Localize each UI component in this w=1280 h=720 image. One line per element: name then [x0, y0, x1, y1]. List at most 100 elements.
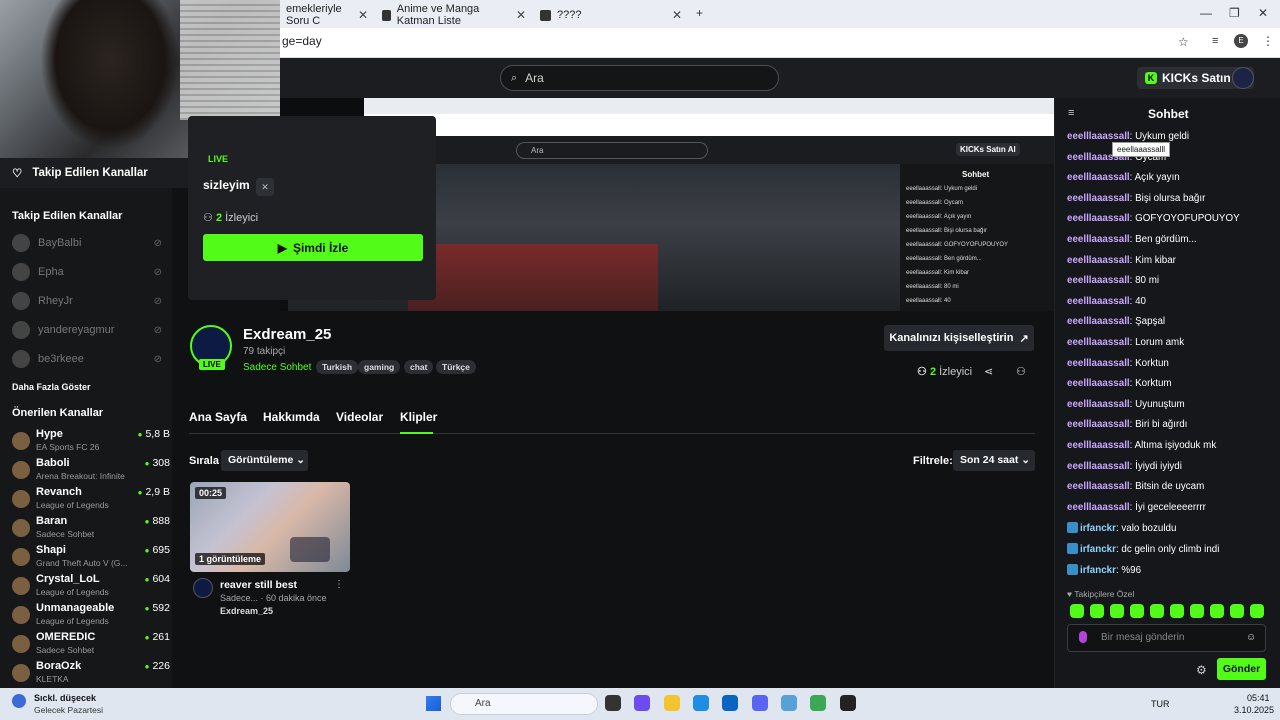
- sidebar-item-baboli[interactable]: Baboli Arena Breakout: Infinite 308: [12, 457, 170, 485]
- discord-icon[interactable]: [752, 695, 768, 711]
- emote-icon[interactable]: [1070, 604, 1084, 618]
- emote-icon[interactable]: [1190, 604, 1204, 618]
- tab-clips[interactable]: Klipler: [400, 410, 437, 424]
- chat-username[interactable]: eeelllaaassall: [1067, 481, 1130, 492]
- window-close-icon[interactable]: ✕: [1258, 6, 1268, 20]
- chat-input[interactable]: Bir mesaj gönderin: [1067, 624, 1266, 652]
- app-icon[interactable]: [781, 695, 797, 711]
- emote-icon[interactable]: [1170, 604, 1184, 618]
- media-icon[interactable]: ≡: [1212, 35, 1218, 47]
- chat-username[interactable]: eeelllaaassall: [1067, 419, 1130, 430]
- chat-username[interactable]: irfanckr: [1080, 565, 1116, 576]
- tag-turkish[interactable]: Turkish: [316, 360, 359, 374]
- avatar[interactable]: [1232, 67, 1254, 89]
- maximize-icon[interactable]: ❐: [1229, 6, 1240, 20]
- close-icon[interactable]: ✕: [358, 8, 368, 22]
- emote-icon[interactable]: [1090, 604, 1104, 618]
- clip-title[interactable]: reaver still best: [220, 579, 297, 591]
- emote-icon[interactable]: [1130, 604, 1144, 618]
- chat-username[interactable]: eeelllaaassall: [1067, 378, 1130, 389]
- close-icon[interactable]: ✕: [672, 8, 682, 22]
- sidebar-item-hype[interactable]: Hype EA Sports FC 26 5,8 B: [12, 428, 170, 456]
- chat-username[interactable]: eeelllaaassall: [1067, 399, 1130, 410]
- chrome-icon[interactable]: [810, 695, 826, 711]
- minimize-icon[interactable]: —: [1200, 6, 1212, 20]
- file-explorer-icon[interactable]: [664, 695, 680, 711]
- sidebar-item-yandereyagmur[interactable]: yandereyagmur ⊘: [12, 321, 162, 339]
- customize-channel-button[interactable]: Kanalınızı kişiselleştirin ↗: [884, 325, 1034, 351]
- sidebar-item-be3rkeee[interactable]: be3rkeee ⊘: [12, 350, 162, 368]
- clip-channel[interactable]: Exdream_25: [220, 606, 273, 616]
- browser-tab-3[interactable]: ???? ✕: [534, 4, 690, 26]
- chat-username[interactable]: eeelllaaassall: [1067, 296, 1130, 307]
- chat-username[interactable]: eeelllaaassall: [1067, 275, 1130, 286]
- chat-username[interactable]: eeelllaaassall: [1067, 337, 1130, 348]
- emote-icon[interactable]: [1210, 604, 1224, 618]
- sort-select[interactable]: Görüntüleme ⌄: [221, 450, 308, 471]
- weather-title[interactable]: Sıckl. düşecek: [34, 693, 96, 703]
- browser-tab-2[interactable]: Anime ve Manga Katman Liste ✕: [376, 3, 534, 27]
- chat-username[interactable]: eeelllaaassall: [1067, 440, 1130, 451]
- channel-category-link[interactable]: Sadece Sohbet: [243, 362, 311, 373]
- url-field[interactable]: ge=day: [282, 34, 322, 48]
- sidebar-item-epha[interactable]: Epha ⊘: [12, 263, 162, 281]
- share-icon[interactable]: ⋖: [984, 365, 993, 378]
- sidebar-item-omeredic[interactable]: OMEREDIC Sadece Sohbet 261: [12, 631, 170, 659]
- search-input[interactable]: ⌕ Ara: [500, 65, 779, 91]
- chat-username[interactable]: eeelllaaassall: [1067, 358, 1130, 369]
- chat-username[interactable]: eeelllaaassall: [1067, 234, 1130, 245]
- app-icon[interactable]: [840, 695, 856, 711]
- chat-username[interactable]: eeelllaaassall: [1067, 255, 1130, 266]
- new-tab-icon[interactable]: +: [696, 6, 703, 20]
- language-indicator[interactable]: TUR: [1151, 699, 1170, 709]
- send-button[interactable]: Gönder: [1217, 658, 1266, 680]
- outlook-icon[interactable]: [722, 695, 738, 711]
- gear-icon[interactable]: ⚙: [1196, 663, 1207, 677]
- sidebar-item-baran[interactable]: Baran Sadece Sohbet 888: [12, 515, 170, 543]
- chat-username[interactable]: eeelllaaassall: [1067, 213, 1130, 224]
- chat-username[interactable]: eeelllaaassall: [1067, 461, 1130, 472]
- tab-home[interactable]: Ana Sayfa: [189, 410, 247, 424]
- sidebar-item-rheyjr[interactable]: RheyJr ⊘: [12, 292, 162, 310]
- avatar[interactable]: [193, 578, 213, 598]
- mute-icon[interactable]: ✕: [256, 178, 274, 196]
- sidebar-item-crystal-lol[interactable]: Crystal_LoL League of Legends 604: [12, 573, 170, 601]
- sidebar-item-baybalbi[interactable]: BayBalbi ⊘: [12, 234, 162, 252]
- emote-icon[interactable]: [1230, 604, 1244, 618]
- browser-tab-1[interactable]: emekleriyle Soru C ✕: [280, 3, 376, 27]
- emote-icon[interactable]: [1250, 604, 1264, 618]
- menu-icon[interactable]: ⋮: [1262, 34, 1274, 48]
- emote-icon[interactable]: [1110, 604, 1124, 618]
- emote-icon[interactable]: [1150, 604, 1164, 618]
- task-view-icon[interactable]: [605, 695, 621, 711]
- clock-time[interactable]: 05:41: [1247, 693, 1270, 703]
- clock-date[interactable]: 3.10.2025: [1234, 705, 1274, 715]
- sidebar-item-shapi[interactable]: Shapi Grand Theft Auto V (G... 695: [12, 544, 170, 572]
- weather-icon[interactable]: [12, 694, 26, 708]
- show-more-link[interactable]: Daha Fazla Göster: [12, 382, 91, 392]
- chat-username[interactable]: eeelllaaassall: [1067, 193, 1130, 204]
- sidebar-item-revanch[interactable]: Revanch League of Legends 2,9 B: [12, 486, 170, 514]
- chat-username[interactable]: eeelllaaassall: [1067, 172, 1130, 183]
- chat-username[interactable]: eeelllaaassall: [1067, 316, 1130, 327]
- tab-about[interactable]: Hakkımda: [263, 410, 320, 424]
- chat-username[interactable]: eeelllaaassall: [1067, 502, 1130, 513]
- windows-start-icon[interactable]: [426, 696, 441, 711]
- emoji-icon[interactable]: ☺: [1246, 632, 1256, 643]
- mic-icon[interactable]: [1079, 631, 1087, 643]
- tag-chat[interactable]: chat: [404, 360, 434, 374]
- close-icon[interactable]: ✕: [516, 8, 526, 22]
- sidebar-item-boraozk[interactable]: BoraOzk KLETKA 226: [12, 660, 170, 688]
- bookmark-icon[interactable]: ☆: [1178, 35, 1189, 49]
- watch-now-button[interactable]: ▶ Şimdi İzle: [203, 234, 423, 261]
- copilot-icon[interactable]: [634, 695, 650, 711]
- followed-channels-bar[interactable]: ♡ Takip Edilen Kanallar: [0, 158, 188, 188]
- tab-videos[interactable]: Videolar: [336, 410, 383, 424]
- chat-username[interactable]: eeelllaaassall: [1067, 131, 1130, 142]
- sidebar-item-unmanageable[interactable]: Unmanageable League of Legends 592: [12, 602, 170, 630]
- more-options-icon[interactable]: ⋮: [334, 579, 344, 590]
- tag-gaming[interactable]: gaming: [358, 360, 401, 374]
- chat-username[interactable]: irfanckr: [1080, 544, 1116, 555]
- collapse-chat-icon[interactable]: ≡: [1068, 107, 1074, 119]
- follow-icon[interactable]: ⚇: [1016, 365, 1026, 378]
